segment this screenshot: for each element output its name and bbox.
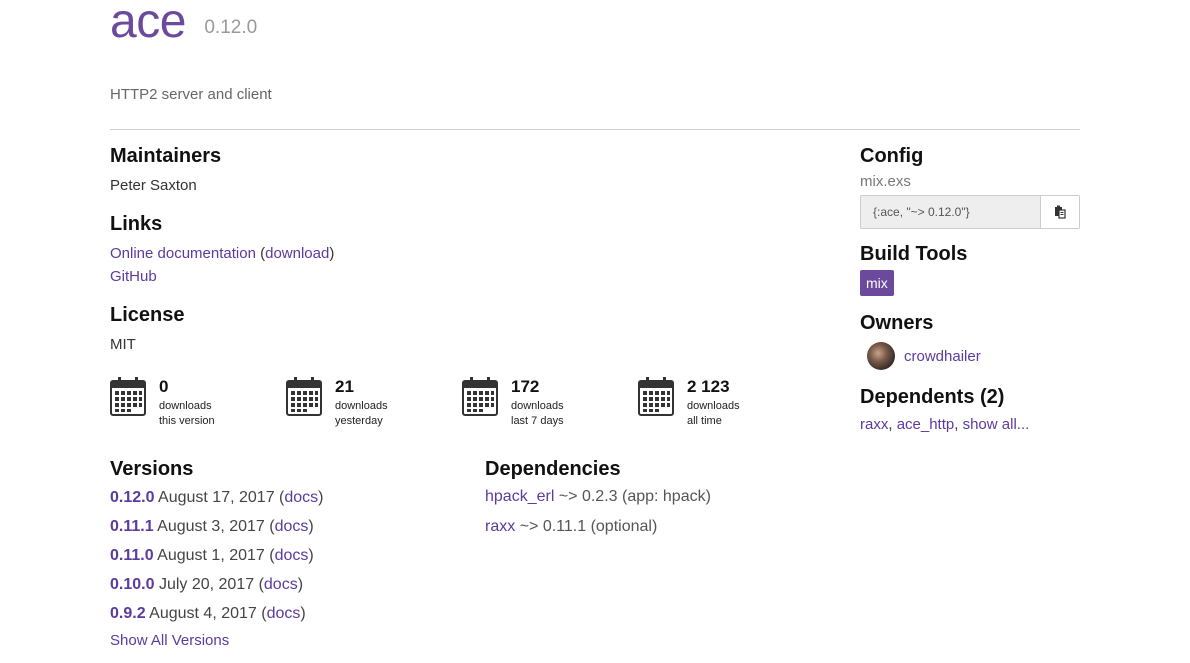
version-link[interactable]: 0.12.0 bbox=[110, 489, 154, 506]
stat-count: 172 bbox=[511, 377, 540, 396]
build-tools-section: Build Tools mix bbox=[860, 241, 1080, 296]
dependencies-heading: Dependencies bbox=[485, 458, 621, 480]
version-docs-link[interactable]: docs bbox=[284, 489, 318, 506]
license-value: MIT bbox=[110, 336, 136, 353]
avatar bbox=[867, 342, 895, 370]
version-row: 0.10.0 July 20, 2017 (docs) bbox=[110, 576, 304, 593]
links-github-row: GitHub bbox=[110, 266, 810, 288]
package-version: 0.12.0 bbox=[204, 17, 258, 38]
version-row: 0.12.0 August 17, 2017 (docs) bbox=[110, 489, 324, 506]
github-link[interactable]: GitHub bbox=[110, 268, 157, 285]
version-link[interactable]: 0.11.0 bbox=[110, 547, 154, 564]
maintainers-heading: Maintainers bbox=[110, 145, 222, 167]
show-all-dependents-link[interactable]: show all... bbox=[963, 416, 1030, 433]
dependency-row: hpack_erl ~> 0.2.3 (app: hpack) bbox=[485, 482, 825, 512]
package-sidebar: Config mix.exs {:ace, "~> 0.12.0"} Build… bbox=[860, 143, 1080, 436]
package-info: Maintainers Peter Saxton Links Online do… bbox=[110, 143, 810, 364]
version-docs-link[interactable]: docs bbox=[267, 605, 301, 622]
header-divider bbox=[110, 129, 1080, 130]
stat-last-7-days: 172 downloads last 7 days bbox=[462, 376, 632, 432]
stat-label: downloads bbox=[335, 400, 388, 412]
calendar-icon bbox=[286, 377, 322, 416]
stat-yesterday: 21 downloads yesterday bbox=[286, 376, 456, 432]
dependent-link[interactable]: raxx bbox=[860, 416, 888, 433]
maintainer-name: Peter Saxton bbox=[110, 177, 197, 194]
dependency-link[interactable]: raxx bbox=[485, 518, 515, 535]
version-date: August 17, 2017 bbox=[158, 489, 275, 506]
stat-all-time: 2 123 downloads all time bbox=[638, 376, 808, 432]
config-heading: Config bbox=[860, 145, 924, 167]
calendar-icon bbox=[462, 377, 498, 416]
dependents-heading: Dependents (2) bbox=[860, 386, 1005, 408]
license-heading: License bbox=[110, 304, 185, 326]
version-link[interactable]: 0.10.0 bbox=[110, 576, 154, 593]
stat-count: 2 123 bbox=[687, 377, 730, 396]
config-section: Config mix.exs {:ace, "~> 0.12.0"} bbox=[860, 143, 1080, 229]
config-snippet-box: {:ace, "~> 0.12.0"} bbox=[860, 195, 1080, 229]
owners-section: Owners crowdhailer bbox=[860, 310, 1080, 370]
owners-heading: Owners bbox=[860, 312, 934, 334]
stat-period: last 7 days bbox=[511, 415, 564, 427]
paren-close: ) bbox=[329, 245, 335, 262]
versions-heading: Versions bbox=[110, 458, 194, 480]
dependency-requirement: ~> 0.2.3 (app: hpack) bbox=[558, 488, 711, 505]
dependencies-section: Dependencies hpack_erl ~> 0.2.3 (app: hp… bbox=[485, 456, 825, 542]
dependency-row: raxx ~> 0.11.1 (optional) bbox=[485, 512, 825, 542]
package-name: ace bbox=[110, 0, 186, 48]
config-filename: mix.exs bbox=[860, 173, 911, 190]
stat-count: 0 bbox=[159, 377, 169, 396]
dependents-section: Dependents (2) raxx, ace_http, show all.… bbox=[860, 384, 1080, 436]
version-docs-link[interactable]: docs bbox=[275, 518, 309, 535]
versions-section: Versions 0.12.0 August 17, 2017 (docs) 0… bbox=[110, 456, 470, 652]
clipboard-icon bbox=[1055, 205, 1066, 219]
version-docs-link[interactable]: docs bbox=[275, 547, 309, 564]
version-link[interactable]: 0.9.2 bbox=[110, 605, 146, 622]
build-tool-badge[interactable]: mix bbox=[860, 270, 894, 296]
links-heading: Links bbox=[110, 213, 163, 235]
stat-period: yesterday bbox=[335, 415, 383, 427]
version-link[interactable]: 0.11.1 bbox=[110, 518, 154, 535]
version-date: July 20, 2017 bbox=[158, 576, 255, 593]
calendar-icon bbox=[110, 377, 146, 416]
links-docs-row: Online documentation (download) bbox=[110, 243, 810, 265]
online-documentation-link[interactable]: Online documentation bbox=[110, 245, 256, 262]
version-date: August 3, 2017 bbox=[157, 518, 265, 535]
owner-link[interactable]: crowdhailer bbox=[904, 348, 981, 365]
version-date: August 1, 2017 bbox=[157, 547, 265, 564]
calendar-icon bbox=[638, 377, 674, 416]
docs-download-link[interactable]: download bbox=[265, 245, 329, 262]
dependent-link[interactable]: ace_http bbox=[897, 416, 955, 433]
copy-config-button[interactable] bbox=[1041, 196, 1079, 228]
version-date: August 4, 2017 bbox=[149, 605, 257, 622]
license-section: License MIT bbox=[110, 302, 810, 356]
stat-label: downloads bbox=[687, 400, 740, 412]
show-all-versions-link[interactable]: Show All Versions bbox=[110, 632, 229, 649]
stat-period: all time bbox=[687, 415, 722, 427]
version-row: 0.11.0 August 1, 2017 (docs) bbox=[110, 547, 314, 564]
owner-item[interactable]: crowdhailer bbox=[860, 342, 1080, 370]
stat-period: this version bbox=[159, 415, 215, 427]
stat-count: 21 bbox=[335, 377, 354, 396]
maintainers-section: Maintainers Peter Saxton bbox=[110, 143, 810, 197]
package-header: ace 0.12.0 bbox=[110, 0, 257, 50]
dependents-list: raxx, ace_http, show all... bbox=[860, 416, 1030, 433]
stat-label: downloads bbox=[159, 400, 212, 412]
version-row: 0.9.2 August 4, 2017 (docs) bbox=[110, 605, 306, 622]
build-tools-heading: Build Tools bbox=[860, 243, 968, 265]
version-docs-link[interactable]: docs bbox=[264, 576, 298, 593]
package-description: HTTP2 server and client bbox=[110, 86, 272, 103]
config-snippet[interactable]: {:ace, "~> 0.12.0"} bbox=[861, 196, 1041, 228]
download-stats: 0 downloads this version 21 downloads ye… bbox=[110, 376, 830, 436]
stat-this-version: 0 downloads this version bbox=[110, 376, 280, 432]
links-section: Links Online documentation (download) Gi… bbox=[110, 211, 810, 288]
dependency-link[interactable]: hpack_erl bbox=[485, 488, 554, 505]
stat-label: downloads bbox=[511, 400, 564, 412]
dependency-requirement: ~> 0.11.1 (optional) bbox=[519, 518, 658, 535]
version-row: 0.11.1 August 3, 2017 (docs) bbox=[110, 518, 314, 535]
